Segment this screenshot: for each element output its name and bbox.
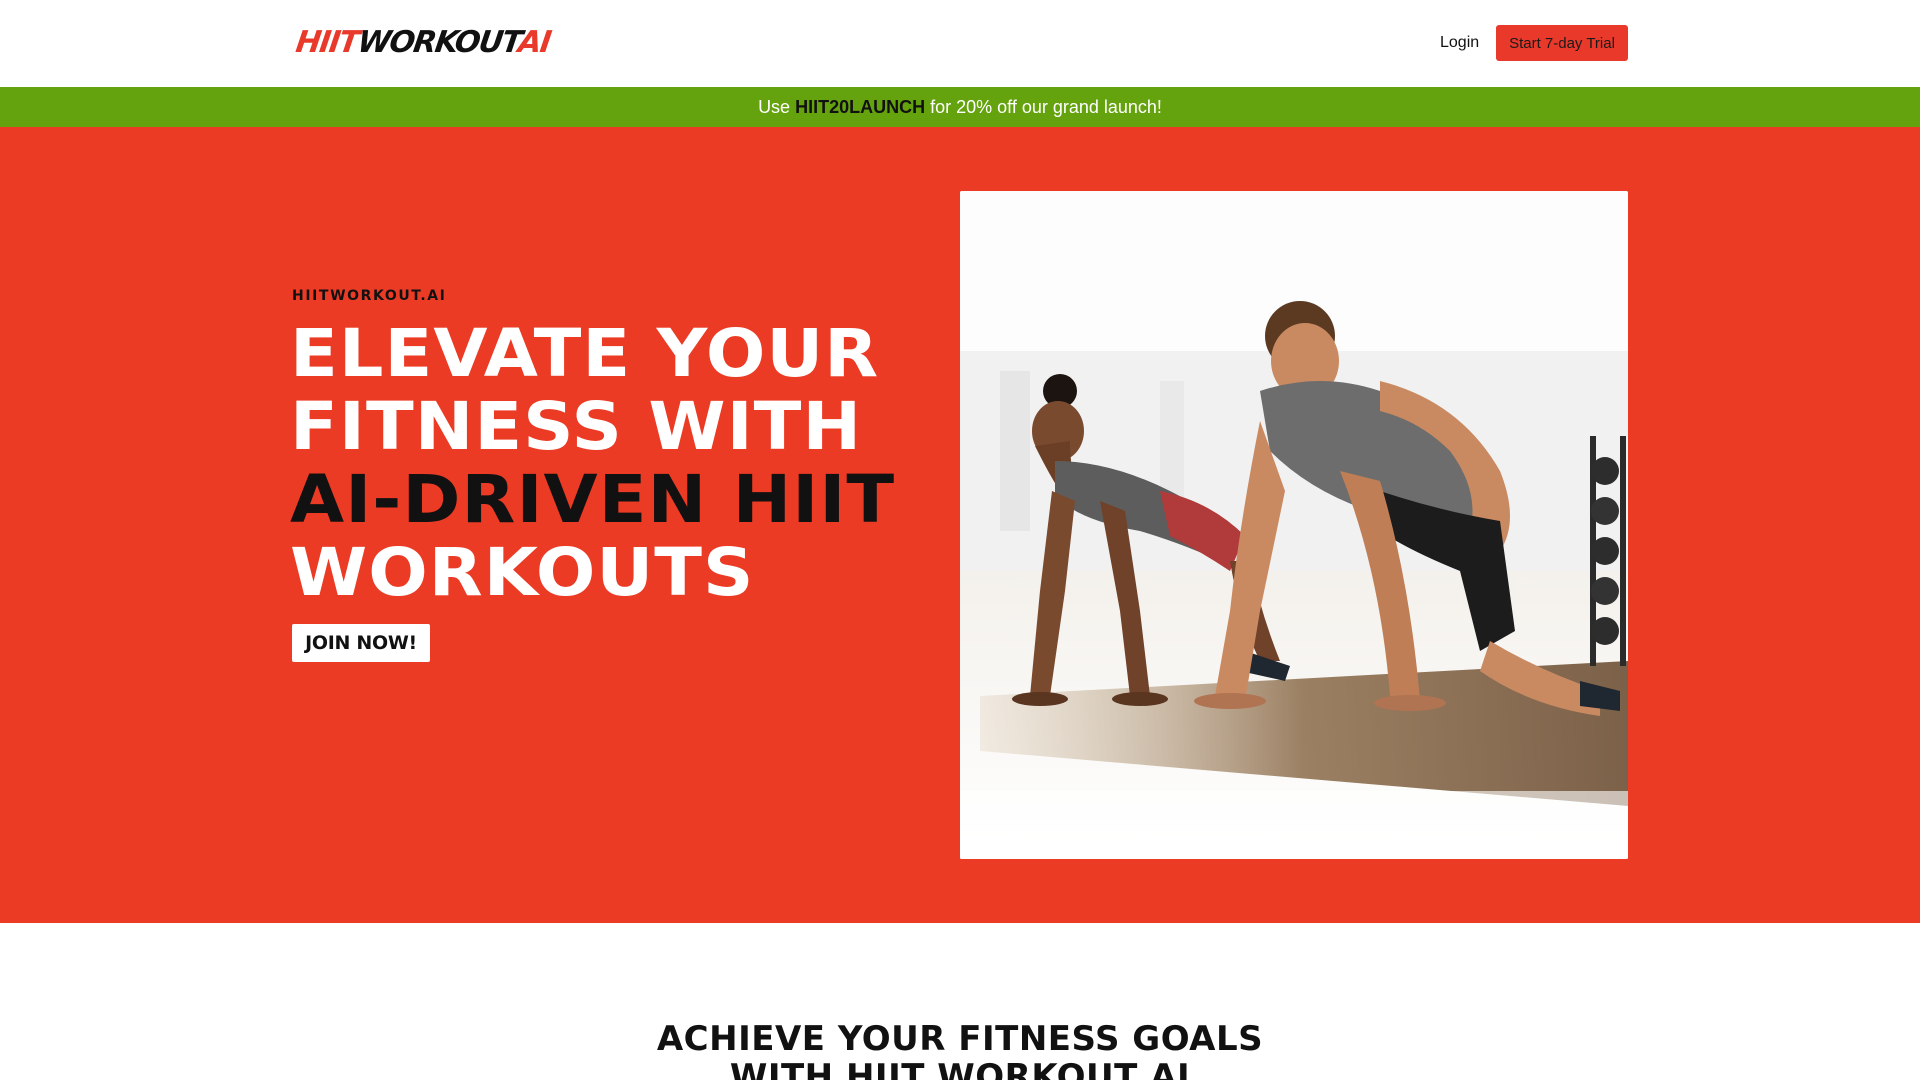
- section-title-line-2: WITH HIIT WORKOUT AI: [729, 1057, 1191, 1080]
- logo-part-hiit: HIIT: [293, 25, 361, 60]
- hero-section: HIITWORKOUT.AI ELEVATE YOUR FITNESS WITH…: [0, 127, 1920, 923]
- headline-line-3: AI-DRIVEN HIIT: [290, 461, 896, 538]
- headline-line-4: WORKOUTS: [290, 534, 755, 611]
- join-now-button[interactable]: JOIN NOW!: [292, 624, 430, 662]
- site-header: HIITWORKOUTAI Login Start 7-day Trial: [0, 0, 1920, 87]
- section-title-line-1: ACHIEVE YOUR FITNESS GOALS: [656, 1019, 1264, 1059]
- hero-headline: ELEVATE YOUR FITNESS WITH AI-DRIVEN HIIT…: [290, 317, 930, 609]
- workout-photo-icon: [960, 191, 1628, 859]
- logo-part-workout: WORKOUT: [355, 25, 521, 60]
- hero-eyebrow: HIITWORKOUT.AI: [292, 288, 447, 304]
- hero-image: [960, 191, 1628, 859]
- login-link[interactable]: Login: [1440, 30, 1479, 56]
- logo-part-ai: AI: [516, 25, 553, 60]
- headline-line-1: ELEVATE YOUR: [290, 315, 880, 392]
- start-trial-button[interactable]: Start 7-day Trial: [1496, 25, 1628, 61]
- promo-prefix: Use: [758, 97, 796, 117]
- promo-banner: Use HIIT20LAUNCH for 20% off our grand l…: [0, 87, 1920, 127]
- headline-line-2: FITNESS WITH: [290, 388, 863, 465]
- brand-logo[interactable]: HIITWORKOUTAI: [293, 25, 553, 60]
- promo-suffix: for 20% off our grand launch!: [925, 97, 1162, 117]
- section-title: ACHIEVE YOUR FITNESS GOALS WITH HIIT WOR…: [0, 1020, 1920, 1080]
- promo-code: HIIT20LAUNCH: [795, 97, 926, 117]
